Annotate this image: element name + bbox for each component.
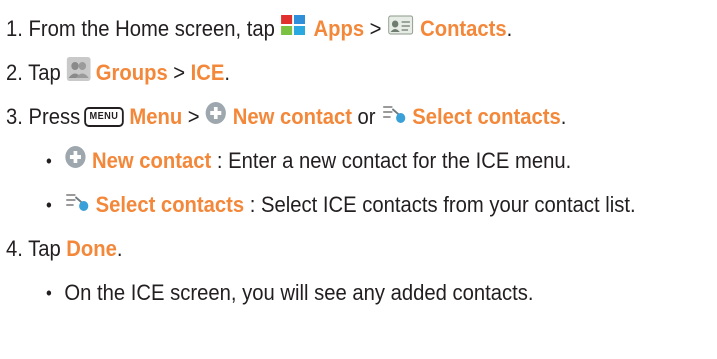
select-contacts-desc: : Select ICE contacts from your contact … [244,192,636,217]
bullet-dot: • [46,151,52,171]
step-1: 1. From the Home screen, tap Apps > Cont… [6,14,512,44]
new-contact-label: New contact [92,148,212,173]
groups-label: Groups [95,60,168,85]
add-icon [205,101,227,133]
step-2: 2. Tap Groups > ICE . [6,57,230,89]
bullet-ice-screen: • On the ICE screen, you will see any ad… [46,278,534,308]
bullet-new-contact: • New contact : Enter a new contact for … [46,146,571,176]
step-2-text: 2. Tap [6,60,61,85]
bullet-dot: • [46,283,52,303]
select-contacts-icon [64,189,90,221]
bullet-select-contacts: • Select contacts : Select ICE contacts … [46,190,636,220]
step-3: 3. Press MENU Menu > New contact or Sele… [6,102,566,132]
select-contacts-icon [381,101,407,133]
menu-key: MENU [83,107,124,127]
step-3-end: . [560,104,567,129]
contacts-label: Contacts [420,16,507,41]
select-contacts-label: Select contacts [412,104,561,129]
apps-label: Apps [313,16,365,41]
new-contact-desc: : Enter a new contact for the ICE menu. [211,148,572,173]
done-label: Done [66,236,117,261]
add-icon [64,145,86,177]
apps-icon [280,13,308,45]
new-contact-label: New contact [232,104,352,129]
instructions-document: 1. From the Home screen, tap Apps > Cont… [0,0,717,359]
separator: > [187,104,200,129]
step-3-text: 3. Press [6,104,81,129]
separator: > [173,60,186,85]
contacts-icon [387,13,415,45]
or-text: or [357,104,376,129]
bullet-dot: • [46,195,52,215]
separator: > [369,16,382,41]
step-4: 4. Tap Done . [6,234,123,264]
step-1-text: 1. From the Home screen, tap [6,16,275,41]
menu-label: Menu [129,104,183,129]
step-4-text: 4. Tap [6,236,61,261]
ice-screen-text: On the ICE screen, you will see any adde… [64,280,534,305]
select-contacts-label: Select contacts [95,192,245,217]
step-1-end: . [506,16,513,41]
ice-label: ICE [190,60,225,85]
step-4-end: . [116,236,123,261]
groups-icon [66,57,91,89]
step-2-end: . [224,60,230,85]
